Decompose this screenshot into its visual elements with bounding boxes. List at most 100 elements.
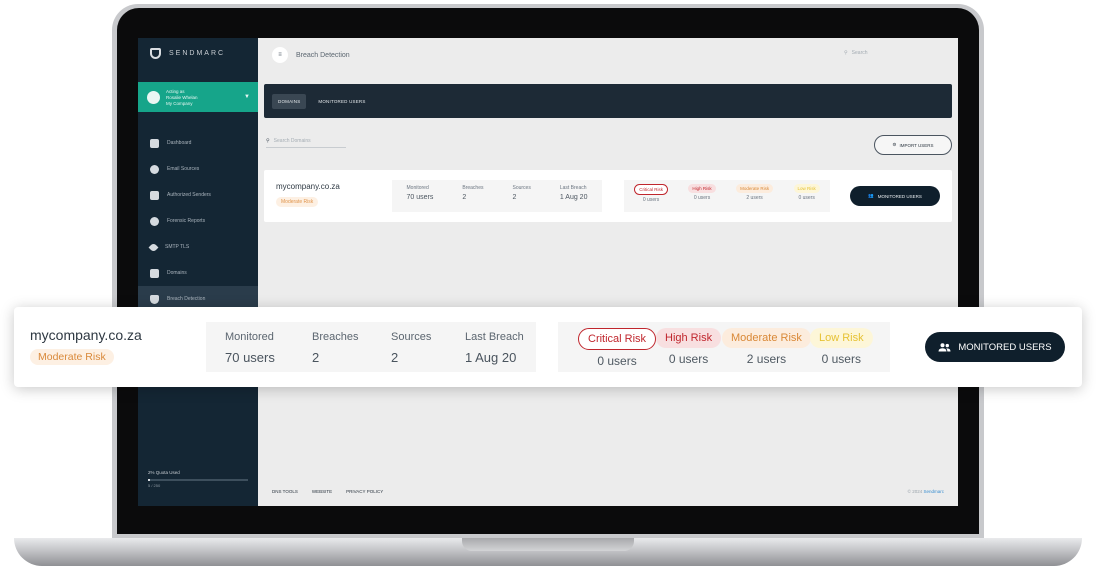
top-bar: ≡ Breach Detection ⚲ Search [258,38,958,72]
sidebar-item-label: Dashboard [167,140,192,146]
stage: SENDMARC Acting as Rosalie Whelan My Com… [0,0,1096,572]
sidebar-item-authorized-senders[interactable]: Authorized Senders [138,182,258,208]
risk-critical: Critical Risk 0 users [634,184,668,212]
gear-icon: ⚙ [892,142,897,147]
risk-count: 2 users [746,352,787,366]
quota-sub: 5 / 250 [148,483,161,488]
stat-sources: Sources 2 [512,185,530,212]
domain-name: mycompany.co.za [276,182,340,191]
stat-label: Breaches [462,185,484,191]
domain-row-zoomed[interactable]: mycompany.co.za Moderate Risk Monitored … [14,307,1082,387]
copyright-brand-link[interactable]: Sendmarc [923,489,944,494]
acting-as-user: Rosalie Whelan [166,94,198,100]
risk-count: 0 users [642,197,660,203]
sidebar-item-smtp-tls[interactable]: SMTP TLS [138,234,258,260]
risk-moderate: Moderate Risk 2 users [736,184,774,212]
risk-high: High Risk 0 users [656,328,722,366]
risk-pill: Low Risk [810,328,873,348]
stat-monitored: Monitored 70 users [225,331,275,365]
risk-high: High Risk 0 users [688,184,716,212]
footer: DNS TOOLS WEBSITE PRIVACY POLICY © 2024 … [272,489,944,494]
quota-title: 2% Quota Used [148,470,180,475]
copyright-text: © 2024 [907,489,923,494]
footer-link-privacy-policy[interactable]: PRIVACY POLICY [346,489,383,494]
search-icon: ⚲ [266,138,270,144]
stat-label: Sources [391,331,432,343]
menu-toggle-button[interactable]: ≡ [272,47,288,63]
monitored-users-button[interactable]: MONITORED USERS [925,332,1065,362]
sidebar-item-label: Forensic Reports [167,218,206,224]
stat-label: Monitored [225,331,274,343]
stat-breaches: Breaches 2 [312,331,358,365]
sidebar: SENDMARC Acting as Rosalie Whelan My Com… [138,38,258,506]
domain-stats: Monitored 70 users Breaches 2 Sources 2 … [206,322,536,372]
stat-value: 2 [391,350,399,365]
risk-moderate: Moderate Risk 2 users [722,328,811,366]
import-users-label: IMPORT USERS [899,142,934,148]
copyright: © 2024 Sendmarc [908,489,944,494]
risk-summary: Critical Risk 0 users High Risk 0 users … [558,322,890,372]
brand-logo[interactable]: SENDMARC [150,48,225,59]
tab-domains[interactable]: DOMAINS [272,93,307,109]
sidebar-item-label: SMTP TLS [165,244,190,250]
server-icon [150,268,159,278]
sidebar-nav: Dashboard Email Sources Authorized Sende… [138,130,258,312]
risk-pill: Critical Risk [578,328,657,350]
stat-label: Last Breach [465,331,524,343]
footer-link-website[interactable]: WEBSITE [312,489,332,494]
domain-name: mycompany.co.za [30,327,142,343]
risk-pill: High Risk [688,184,716,193]
risk-count: 2 users [746,195,763,201]
stat-last-breach: Last Breach 1 Aug 20 [465,331,524,365]
risk-badge: Moderate Risk [30,349,114,365]
stat-value: 1 Aug 20 [559,194,588,201]
domain-row[interactable]: mycompany.co.za Moderate Risk Monitored … [264,170,952,222]
stat-value: 70 users [225,350,275,365]
acting-as-label: Acting as [166,88,185,94]
search-placeholder: Search [851,50,868,56]
risk-count: 0 users [693,195,711,201]
alert-icon [150,216,159,226]
import-users-button[interactable]: ⚙ IMPORT USERS [874,135,952,155]
monitored-users-button[interactable]: 👥 MONITORED USERS [850,186,940,206]
shield-logo-icon [150,48,161,59]
risk-pill: Low Risk [793,184,820,193]
risk-badge: Moderate Risk [276,197,319,207]
risk-pill: Critical Risk [634,184,668,195]
global-search[interactable]: ⚲ Search [844,50,944,56]
main-area: ≡ Breach Detection ⚲ Search DOMAINS MONI… [258,38,958,506]
sidebar-item-email-sources[interactable]: Email Sources [138,156,258,182]
domain-stats: Monitored 70 users Breaches 2 Sources 2 … [392,180,602,212]
sidebar-item-label: Email Sources [167,166,200,172]
laptop-screen: SENDMARC Acting as Rosalie Whelan My Com… [138,38,958,506]
acting-as-company: My Company [166,100,193,106]
risk-count: 0 users [668,352,709,366]
stat-label: Sources [512,185,531,191]
sidebar-item-label: Domains [167,270,187,276]
users-icon: 👥 [868,193,874,198]
stat-breaches: Breaches 2 [462,185,483,212]
monitored-users-label: MONITORED USERS [958,341,1052,353]
search-domains-placeholder: Search Domains [273,138,311,144]
stat-monitored: Monitored 70 users [407,185,434,212]
risk-count: 0 users [597,354,637,368]
stat-label: Monitored [406,185,429,191]
stat-value: 2 [512,194,517,201]
search-domains-input[interactable]: ⚲ Search Domains [266,138,346,148]
tab-bar: DOMAINS MONITORED USERS [264,84,952,118]
eye-icon [148,242,159,252]
acting-as-switcher[interactable]: Acting as Rosalie Whelan My Company ▼ [138,82,258,112]
stat-value: 2 [462,194,467,201]
risk-pill: Moderate Risk [736,184,774,193]
tab-monitored-users[interactable]: MONITORED USERS [312,94,371,109]
sidebar-item-forensic-reports[interactable]: Forensic Reports [138,208,258,234]
footer-link-dns-tools[interactable]: DNS TOOLS [272,489,298,494]
sidebar-item-dashboard[interactable]: Dashboard [138,130,258,156]
risk-count: 0 users [798,195,815,201]
page-title: Breach Detection [296,51,350,59]
stat-last-breach: Last Breach 1 Aug 20 [560,185,588,212]
risk-low: Low Risk 0 users [810,328,873,366]
quota-meter: 2% Quota Used 5 / 250 [148,470,248,488]
sidebar-item-domains[interactable]: Domains [138,260,258,286]
dashboard-icon [150,138,159,148]
